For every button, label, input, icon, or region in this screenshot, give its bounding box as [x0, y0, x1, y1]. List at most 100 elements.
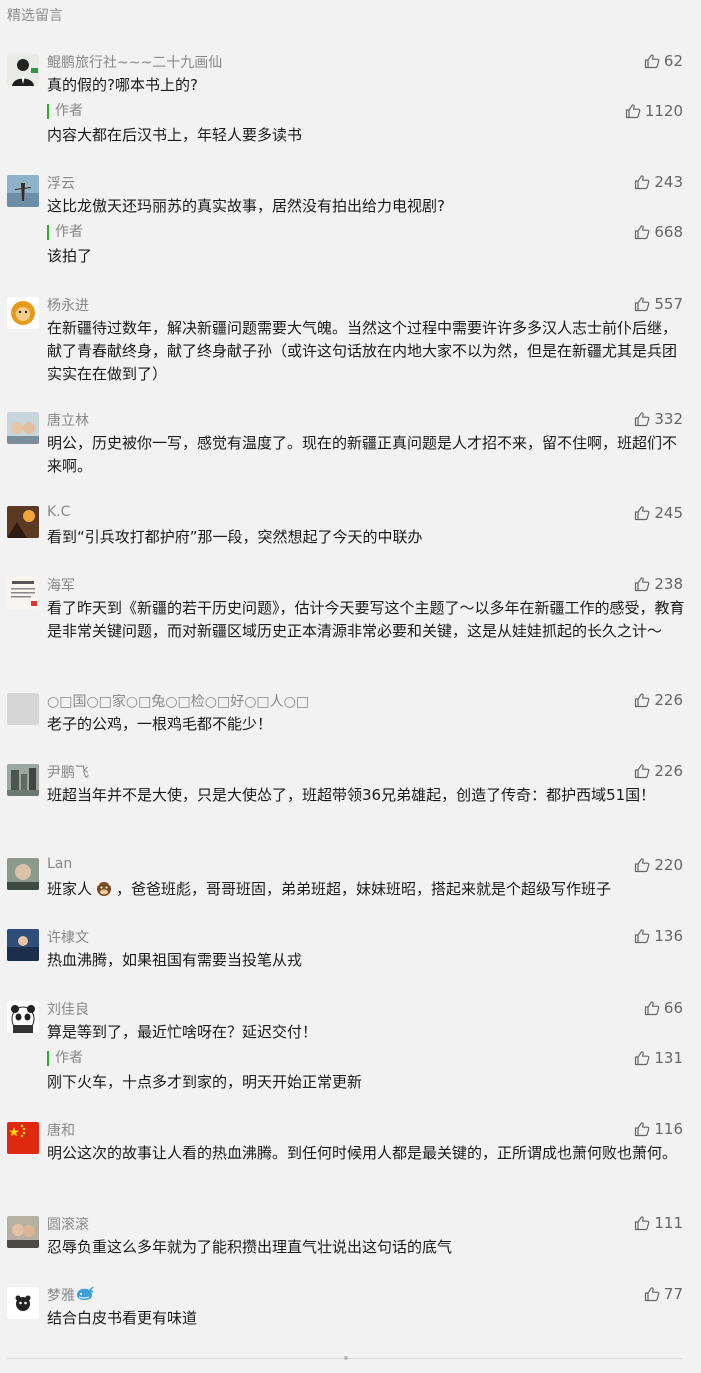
- author-reply-text: 该拍了: [47, 247, 93, 265]
- like-button[interactable]: 245: [634, 504, 683, 522]
- comment-nickname[interactable]: 海军: [47, 575, 75, 595]
- thumbs-up-icon: [625, 103, 641, 119]
- whale-emoji-icon: [77, 1286, 94, 1300]
- comment-nickname[interactable]: 鲲鹏旅行社~~~二十九画仙: [47, 52, 222, 72]
- thumbs-up-icon: [634, 505, 650, 521]
- thumbs-up-icon: [634, 1215, 650, 1231]
- comment-text: 热血沸腾，如果祖国有需要当投笔从戎: [47, 951, 303, 969]
- like-count: 131: [654, 1049, 683, 1067]
- comment-text: 算是等到了，最近忙啥呀在？延迟交付！: [47, 1023, 318, 1041]
- comment-text: 老子的公鸡，一根鸡毛都不能少！: [47, 715, 273, 733]
- thumbs-up-icon: [634, 174, 650, 190]
- comment-text: 看到“引兵攻打都护府”那一段，突然想起了今天的中联办: [47, 528, 423, 546]
- comment-text: 明公这次的故事让人看的热血沸腾。到任何时候用人都是最关键的，正所谓成也萧何败也萧…: [47, 1144, 678, 1162]
- comment-text: 忍辱负重这么多年就为了能积攒出理直气壮说出这句话的底气: [47, 1238, 453, 1256]
- like-button[interactable]: 66: [644, 999, 683, 1017]
- avatar[interactable]: [7, 693, 39, 725]
- like-count: 220: [654, 856, 683, 874]
- author-reply-text: 内容大都在后汉书上，年轻人要多读书: [47, 126, 303, 144]
- like-count: 116: [654, 1120, 683, 1138]
- like-button[interactable]: 62: [644, 52, 683, 70]
- avatar[interactable]: [7, 412, 39, 444]
- like-button[interactable]: 238: [634, 575, 683, 593]
- comment-text: 在新疆待过数年，解决新疆问题需要大气魄。当然这个过程中需要许许多多汉人志士前仆后…: [47, 319, 678, 383]
- comment-nickname[interactable]: 圆滚滚: [47, 1214, 89, 1234]
- like-count: 226: [654, 762, 683, 780]
- avatar[interactable]: [7, 929, 39, 961]
- reply-like-button[interactable]: 668: [634, 223, 683, 241]
- nickname-text: 梦雅: [47, 1288, 75, 1304]
- like-button[interactable]: 77: [644, 1285, 683, 1303]
- comment-text: 结合白皮书看更有味道: [47, 1309, 198, 1327]
- section-title: 精选留言: [7, 8, 63, 24]
- comment-nickname[interactable]: 梦雅: [47, 1285, 94, 1305]
- comment-nickname[interactable]: 杨永进: [47, 295, 89, 315]
- comment-text: 明公，历史被你一写，感觉有温度了。现在的新疆正真问题是人才招不来，留不住啊，班超…: [47, 434, 678, 475]
- avatar[interactable]: [7, 175, 39, 207]
- thumbs-up-icon: [634, 1121, 650, 1137]
- comment-text-start: 班家人: [47, 880, 93, 898]
- thumbs-up-icon: [634, 296, 650, 312]
- like-count: 238: [654, 575, 683, 593]
- like-button[interactable]: 332: [634, 410, 683, 428]
- author-reply-text: 刚下火车，十点多才到家的，明天开始正常更新: [47, 1073, 363, 1091]
- avatar[interactable]: [7, 1001, 39, 1033]
- thumbs-up-icon: [634, 576, 650, 592]
- comment-nickname[interactable]: K.C: [47, 504, 70, 520]
- avatar[interactable]: [7, 54, 39, 86]
- thumbs-up-icon: [634, 224, 650, 240]
- thumbs-up-icon: [634, 928, 650, 944]
- like-count: 136: [654, 927, 683, 945]
- thumbs-up-icon: [634, 411, 650, 427]
- comment-nickname[interactable]: 唐立林: [47, 410, 89, 430]
- like-count: 557: [654, 295, 683, 313]
- cow-emoji-icon: [95, 881, 113, 896]
- comment-nickname[interactable]: Lan: [47, 856, 72, 872]
- comment-text: 看了昨天到《新疆的若干历史问题》，估计今天要写这个主题了～以多年在新疆工作的感受…: [47, 599, 685, 640]
- comment-nickname[interactable]: 刘佳良: [47, 999, 89, 1019]
- like-button[interactable]: 243: [634, 173, 683, 191]
- like-button[interactable]: 220: [634, 856, 683, 874]
- like-button[interactable]: 557: [634, 295, 683, 313]
- comment-nickname[interactable]: ○□国○□家○□兔○□检○□好○□人○□: [47, 691, 309, 711]
- like-count: 66: [663, 999, 683, 1017]
- like-button[interactable]: 226: [634, 762, 683, 780]
- avatar[interactable]: [7, 577, 39, 609]
- like-count: 668: [654, 223, 683, 241]
- avatar[interactable]: [7, 764, 39, 796]
- comment-nickname[interactable]: 浮云: [47, 173, 75, 193]
- comment-nickname[interactable]: 许棣文: [47, 927, 89, 947]
- like-button[interactable]: 226: [634, 691, 683, 709]
- avatar[interactable]: [7, 858, 39, 890]
- thumbs-up-icon: [634, 1050, 650, 1066]
- author-reply-label: 作者: [47, 104, 83, 119]
- comment-nickname[interactable]: 唐和: [47, 1120, 75, 1140]
- like-count: 62: [663, 52, 683, 70]
- avatar[interactable]: [7, 297, 39, 329]
- comment-text: 班家人 ，爸爸班彪，哥哥班固，弟弟班超，妹妹班昭，搭起来就是个超级写作班子: [47, 878, 687, 901]
- author-reply-label: 作者: [47, 225, 83, 240]
- like-count: 77: [663, 1285, 683, 1303]
- author-reply-label: 作者: [47, 1051, 83, 1066]
- like-count: 243: [654, 173, 683, 191]
- comment-text: 班超当年并不是大使，只是大使怂了，班超带领36兄弟雄起，创造了传奇：都护西域51…: [47, 786, 656, 804]
- thumbs-up-icon: [634, 692, 650, 708]
- like-button[interactable]: 116: [634, 1120, 683, 1138]
- reply-like-button[interactable]: 131: [634, 1049, 683, 1067]
- like-button[interactable]: 136: [634, 927, 683, 945]
- comment-nickname[interactable]: 尹鹏飞: [47, 762, 89, 782]
- reply-like-button[interactable]: 1120: [625, 102, 683, 120]
- thumbs-up-icon: [634, 763, 650, 779]
- avatar[interactable]: [7, 506, 39, 538]
- thumbs-up-icon: [644, 1286, 660, 1302]
- thumbs-up-icon: [644, 1000, 660, 1016]
- avatar[interactable]: [7, 1287, 39, 1319]
- like-count: 245: [654, 504, 683, 522]
- like-button[interactable]: 111: [634, 1214, 683, 1232]
- like-count: 1120: [644, 102, 683, 120]
- avatar[interactable]: [7, 1216, 39, 1248]
- comment-text: 这比龙傲天还玛丽苏的真实故事，居然没有拍出给力电视剧?: [47, 197, 445, 215]
- thumbs-up-icon: [634, 857, 650, 873]
- avatar[interactable]: [7, 1122, 39, 1154]
- comment-text: 真的假的?哪本书上的?: [47, 76, 198, 94]
